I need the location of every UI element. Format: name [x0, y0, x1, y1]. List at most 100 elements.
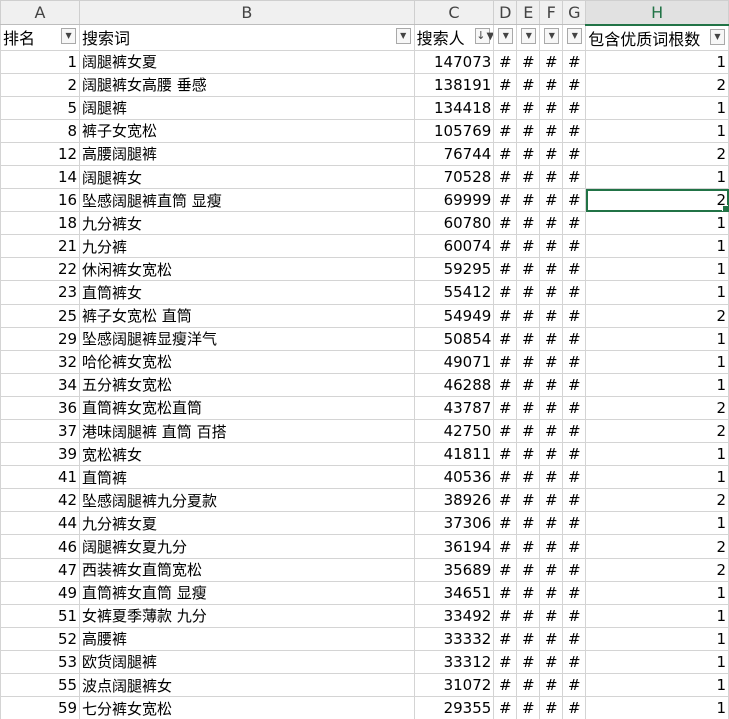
- cell-d[interactable]: #: [493, 326, 518, 351]
- cell-e[interactable]: #: [516, 349, 541, 374]
- cell-g[interactable]: #: [562, 649, 587, 675]
- cell-quality-count[interactable]: 2: [585, 557, 729, 582]
- cell-searchers[interactable]: 134418: [413, 95, 495, 120]
- cell-keyword[interactable]: 阔腿裤: [79, 95, 415, 120]
- cell-rank[interactable]: 47: [0, 557, 81, 582]
- cell-d[interactable]: #: [493, 395, 518, 421]
- cell-f[interactable]: #: [539, 511, 564, 536]
- cell-e[interactable]: #: [516, 603, 541, 628]
- cell-g[interactable]: #: [562, 465, 587, 490]
- cell-quality-count[interactable]: 1: [585, 649, 729, 675]
- cell-d[interactable]: #: [493, 603, 518, 628]
- cell-searchers[interactable]: 36194: [413, 534, 495, 559]
- cell-rank[interactable]: 5: [0, 95, 81, 120]
- cell-keyword[interactable]: 女裤夏季薄款 九分: [79, 603, 415, 628]
- cell-e[interactable]: #: [516, 257, 541, 282]
- cell-f[interactable]: #: [539, 488, 564, 513]
- cell-g[interactable]: #: [562, 349, 587, 374]
- cell-rank[interactable]: 42: [0, 488, 81, 513]
- header-g[interactable]: ▼: [562, 24, 587, 51]
- cell-keyword[interactable]: 裤子女宽松: [79, 118, 415, 143]
- cell-e[interactable]: #: [516, 372, 541, 397]
- cell-e[interactable]: #: [516, 626, 541, 651]
- cell-rank[interactable]: 37: [0, 418, 81, 444]
- cell-quality-count[interactable]: 1: [585, 326, 729, 351]
- cell-quality-count[interactable]: 2: [585, 72, 729, 97]
- cell-e[interactable]: #: [516, 188, 541, 213]
- cell-keyword[interactable]: 高腰裤: [79, 626, 415, 651]
- cell-rank[interactable]: 51: [0, 603, 81, 628]
- cell-quality-count[interactable]: 1: [585, 118, 729, 143]
- cell-d[interactable]: #: [493, 696, 518, 719]
- cell-d[interactable]: #: [493, 280, 518, 305]
- fill-handle[interactable]: [722, 205, 728, 211]
- filter-dropdown-icon[interactable]: ▼: [521, 28, 537, 44]
- cell-g[interactable]: #: [562, 372, 587, 397]
- cell-e[interactable]: #: [516, 395, 541, 421]
- cell-e[interactable]: #: [516, 234, 541, 259]
- cell-searchers[interactable]: 37306: [413, 511, 495, 536]
- cell-d[interactable]: #: [493, 442, 518, 467]
- cell-searchers[interactable]: 50854: [413, 326, 495, 351]
- cell-d[interactable]: #: [493, 211, 518, 236]
- cell-d[interactable]: #: [493, 257, 518, 282]
- cell-searchers[interactable]: 29355: [413, 696, 495, 719]
- cell-g[interactable]: #: [562, 118, 587, 143]
- cell-rank[interactable]: 12: [0, 141, 81, 166]
- cell-keyword[interactable]: 阔腿裤女: [79, 164, 415, 190]
- cell-rank[interactable]: 39: [0, 442, 81, 467]
- cell-rank[interactable]: 14: [0, 164, 81, 190]
- column-header-c[interactable]: C: [413, 0, 495, 25]
- cell-e[interactable]: #: [516, 141, 541, 166]
- cell-keyword[interactable]: 坠感阔腿裤直筒 显瘦: [79, 188, 415, 213]
- cell-e[interactable]: #: [516, 95, 541, 120]
- cell-g[interactable]: #: [562, 303, 587, 328]
- cell-e[interactable]: #: [516, 442, 541, 467]
- cell-quality-count[interactable]: 2: [585, 534, 729, 559]
- cell-rank[interactable]: 29: [0, 326, 81, 351]
- cell-rank[interactable]: 21: [0, 234, 81, 259]
- cell-keyword[interactable]: 高腰阔腿裤: [79, 141, 415, 166]
- cell-searchers[interactable]: 31072: [413, 673, 495, 698]
- cell-e[interactable]: #: [516, 418, 541, 444]
- cell-quality-count[interactable]: 1: [585, 280, 729, 305]
- cell-e[interactable]: #: [516, 303, 541, 328]
- cell-f[interactable]: #: [539, 49, 564, 74]
- cell-d[interactable]: #: [493, 557, 518, 582]
- cell-g[interactable]: #: [562, 557, 587, 582]
- cell-d[interactable]: #: [493, 188, 518, 213]
- cell-rank[interactable]: 34: [0, 372, 81, 397]
- cell-f[interactable]: #: [539, 349, 564, 374]
- column-header-d[interactable]: D: [493, 0, 518, 25]
- header-d[interactable]: ▼: [493, 24, 518, 51]
- cell-keyword[interactable]: 阔腿裤女夏: [79, 49, 415, 74]
- cell-rank[interactable]: 53: [0, 649, 81, 675]
- cell-quality-count[interactable]: 1: [585, 234, 729, 259]
- column-header-b[interactable]: B: [79, 0, 415, 25]
- cell-searchers[interactable]: 138191: [413, 72, 495, 97]
- cell-g[interactable]: #: [562, 511, 587, 536]
- cell-d[interactable]: #: [493, 164, 518, 190]
- column-header-g[interactable]: G: [562, 0, 587, 25]
- cell-g[interactable]: #: [562, 326, 587, 351]
- cell-searchers[interactable]: 41811: [413, 442, 495, 467]
- cell-rank[interactable]: 46: [0, 534, 81, 559]
- cell-d[interactable]: #: [493, 673, 518, 698]
- cell-f[interactable]: #: [539, 141, 564, 166]
- cell-searchers[interactable]: 49071: [413, 349, 495, 374]
- header-f[interactable]: ▼: [539, 24, 564, 51]
- cell-f[interactable]: #: [539, 557, 564, 582]
- cell-quality-count[interactable]: 1: [585, 164, 729, 190]
- cell-keyword[interactable]: 九分裤女: [79, 211, 415, 236]
- spreadsheet[interactable]: A B C D E F G H 排名 ▼ 搜索词 ▼ 搜索人 ↓▼ ▼ ▼ ▼ …: [0, 0, 729, 719]
- cell-keyword[interactable]: 五分裤女宽松: [79, 372, 415, 397]
- cell-g[interactable]: #: [562, 280, 587, 305]
- cell-quality-count[interactable]: 1: [585, 580, 729, 605]
- cell-e[interactable]: #: [516, 49, 541, 74]
- cell-e[interactable]: #: [516, 164, 541, 190]
- cell-f[interactable]: #: [539, 465, 564, 490]
- cell-keyword[interactable]: 九分裤女夏: [79, 511, 415, 536]
- cell-searchers[interactable]: 60074: [413, 234, 495, 259]
- cell-d[interactable]: #: [493, 580, 518, 605]
- cell-e[interactable]: #: [516, 511, 541, 536]
